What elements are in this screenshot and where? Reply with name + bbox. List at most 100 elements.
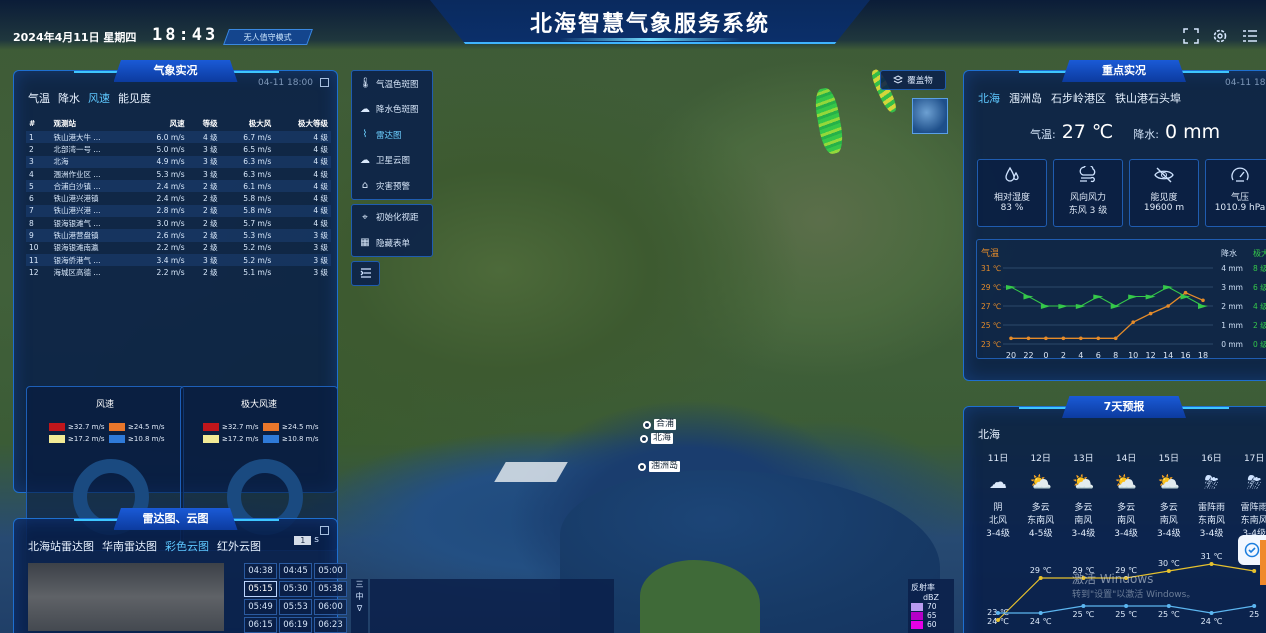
- time-frame-button[interactable]: 05:38: [314, 581, 347, 597]
- cloud-image-thumbnail[interactable]: [28, 563, 224, 631]
- tab-south-china-radar[interactable]: 华南雷达图: [102, 538, 157, 554]
- cell-station: 北部湾一号 ...: [53, 144, 101, 154]
- cell-max-level: 4 级: [313, 194, 328, 204]
- table-row[interactable]: 8 银海银滩气 ... 3.0 m/s 2 级 5.7 m/s 4 级: [26, 217, 331, 229]
- toolbar-item-reset-view[interactable]: ⌖ 初始化视距: [352, 205, 432, 231]
- legend-swatch: [911, 602, 923, 611]
- collapse-toolbar-button[interactable]: [351, 260, 380, 286]
- table-row[interactable]: 2 北部湾一号 ... 5.0 m/s 3 级 6.5 m/s 4 级: [26, 143, 331, 155]
- expand-icon[interactable]: [320, 78, 329, 87]
- time-frame-button[interactable]: 04:45: [279, 563, 312, 579]
- settings-gear-icon[interactable]: [1212, 28, 1228, 44]
- x-tick: 6: [1096, 351, 1101, 360]
- fullscreen-icon[interactable]: [1183, 28, 1199, 44]
- unattended-mode-button[interactable]: 无人值守模式: [223, 29, 313, 45]
- x-tick: 2: [1061, 351, 1066, 360]
- time-frame-button[interactable]: 04:38: [244, 563, 277, 579]
- time-frame-button[interactable]: 06:23: [314, 617, 347, 633]
- cell-max-level: 4 级: [274, 180, 331, 193]
- forecast-weather: 多云: [1117, 503, 1136, 513]
- panel-timestamp: 04-11 18: [1225, 78, 1266, 88]
- forecast-wind-dir: 东南风: [1240, 516, 1266, 526]
- overlay-layers-button[interactable]: 覆盖物: [880, 70, 946, 90]
- expand-icon[interactable]: [320, 526, 329, 535]
- bottom-info-box: [370, 579, 614, 633]
- radar-icon: ⌇: [362, 129, 368, 141]
- mini-control[interactable]: 中: [351, 591, 368, 603]
- low-temp-point: [1166, 604, 1171, 608]
- table-row[interactable]: 10 银海银滩南瀛 2.2 m/s 2 级 5.2 m/s 3 级: [26, 242, 331, 254]
- tab-tieshangang[interactable]: 铁山港石头埠: [1115, 90, 1181, 106]
- temperature-point: [1201, 298, 1205, 303]
- tab-infrared-cloud[interactable]: 红外云图: [217, 538, 261, 554]
- cell-max-level: 4 级: [274, 204, 331, 218]
- mini-control[interactable]: 三: [351, 579, 368, 591]
- y-tick-rain: 4 mm: [1221, 264, 1243, 273]
- basemap-switch-globe[interactable]: [912, 98, 948, 134]
- forecast-wind-level: 3-4级: [1199, 529, 1224, 539]
- cell-index: 12: [29, 267, 39, 277]
- toolbar-item-hide-forms[interactable]: ▦ 隐藏表单: [352, 230, 432, 256]
- table-row[interactable]: 1 铁山港大牛 ... 6.0 m/s 4 级 6.7 m/s 4 级: [26, 131, 331, 144]
- table-row[interactable]: 3 北海 4.9 m/s 3 级 6.3 m/s 4 级: [26, 155, 331, 168]
- cell-index: 11: [26, 253, 51, 267]
- tab-precipitation[interactable]: 降水: [58, 90, 80, 106]
- toolbar-item-warning-house[interactable]: ⌂ 灾害预警: [352, 173, 432, 199]
- time-frame-button[interactable]: 05:49: [244, 599, 277, 615]
- toolbar-item-label: 隐藏表单: [376, 238, 411, 249]
- toolbar-item-cloud[interactable]: ☁ 卫星云图: [352, 148, 432, 174]
- time-frame-button[interactable]: 06:19: [279, 617, 312, 633]
- table-row[interactable]: 6 铁山港兴港镇 2.4 m/s 2 级 5.8 m/s 4 级: [26, 192, 331, 204]
- wind-legend: ≥32.7 m/s ≥24.5 m/s ≥17.2 m/s ≥10.8 m/s: [49, 421, 169, 445]
- time-frame-button[interactable]: 06:00: [314, 599, 347, 615]
- mini-control[interactable]: ∇: [351, 603, 368, 615]
- map-marker-hepu[interactable]: 合浦: [643, 419, 677, 430]
- col-max-wind: 极大风: [248, 118, 272, 128]
- cell-max-level: 4 级: [313, 169, 328, 179]
- time-frame-button[interactable]: 06:15: [244, 617, 277, 633]
- tab-weizhou[interactable]: 涠洲岛: [1009, 90, 1042, 106]
- table-row[interactable]: 9 铁山港营盘镇 2.6 m/s 2 级 5.3 m/s 3 级: [26, 229, 331, 242]
- collapse-icon: [360, 268, 371, 278]
- tab-visibility[interactable]: 能见度: [118, 90, 151, 106]
- level-label: 70: [927, 602, 937, 611]
- legend-swatch: [49, 435, 65, 443]
- forecast-wind-dir: 南风: [1074, 516, 1093, 526]
- table-row[interactable]: 12 海城区高德 ... 2.2 m/s 2 级 5.1 m/s 3 级: [26, 266, 331, 278]
- map-marker-beihai[interactable]: 北海: [640, 433, 674, 444]
- tab-temperature[interactable]: 气温: [28, 90, 50, 106]
- tab-color-cloud[interactable]: 彩色云图: [165, 538, 209, 554]
- legend-label: ≥32.7 m/s: [68, 423, 105, 431]
- tab-beihai[interactable]: 北海: [978, 90, 1000, 106]
- warning-house-icon: ⌂: [361, 180, 369, 192]
- panel-deco-line: [1019, 407, 1069, 409]
- y-tick-rain: 3 mm: [1221, 283, 1243, 292]
- tab-beihai-radar[interactable]: 北海站雷达图: [28, 538, 94, 554]
- menu-list-icon[interactable]: [1242, 28, 1258, 44]
- speed-input[interactable]: 1: [294, 535, 312, 545]
- table-row[interactable]: 7 铁山港兴港 ... 2.8 m/s 2 级 5.8 m/s 4 级: [26, 204, 331, 218]
- assistant-icon: [1244, 542, 1260, 558]
- cell-level: 2 级: [187, 229, 221, 242]
- table-row[interactable]: 5 合浦白沙镇 ... 2.4 m/s 2 级 6.1 m/s 4 级: [26, 180, 331, 193]
- time-frame-button[interactable]: 05:00: [314, 563, 347, 579]
- partly-cloudy-icon: ⛅: [1072, 472, 1095, 493]
- layers-icon: [893, 75, 904, 84]
- toolbar-item-thermometer[interactable]: 🌡 气温色斑图: [352, 71, 432, 97]
- toolbar-item-rain-cloud[interactable]: ☁ 降水色斑图: [352, 97, 432, 123]
- high-temp-label: 29 ℃: [1030, 566, 1052, 575]
- forecast-day: 16日 ⛈ 雷阵雨 东南风 3-4级: [1191, 453, 1233, 541]
- time-frame-button[interactable]: 05:15: [244, 581, 277, 597]
- cell-max-level: 3 级: [313, 243, 328, 253]
- toolbar-item-radar[interactable]: ⌇ 雷达图: [352, 122, 432, 148]
- table-row[interactable]: 4 涠洲作业区 ... 5.3 m/s 3 级 6.3 m/s 4 级: [26, 168, 331, 180]
- tab-wind-speed[interactable]: 风速: [88, 90, 110, 106]
- table-row[interactable]: 11 银海侨港气 ... 3.4 m/s 3 级 5.2 m/s 3 级: [26, 253, 331, 267]
- gust-legend: ≥32.7 m/s ≥24.5 m/s ≥17.2 m/s ≥10.8 m/s: [203, 421, 323, 445]
- time-frame-button[interactable]: 05:53: [279, 599, 312, 615]
- map-marker-weizhou[interactable]: 涠洲岛: [638, 461, 681, 472]
- speed-unit: s: [314, 535, 319, 545]
- tab-shibuling[interactable]: 石步岭港区: [1051, 90, 1106, 106]
- time-frame-button[interactable]: 05:30: [279, 581, 312, 597]
- view-group: ⌖ 初始化视距 ▦ 隐藏表单: [351, 203, 433, 257]
